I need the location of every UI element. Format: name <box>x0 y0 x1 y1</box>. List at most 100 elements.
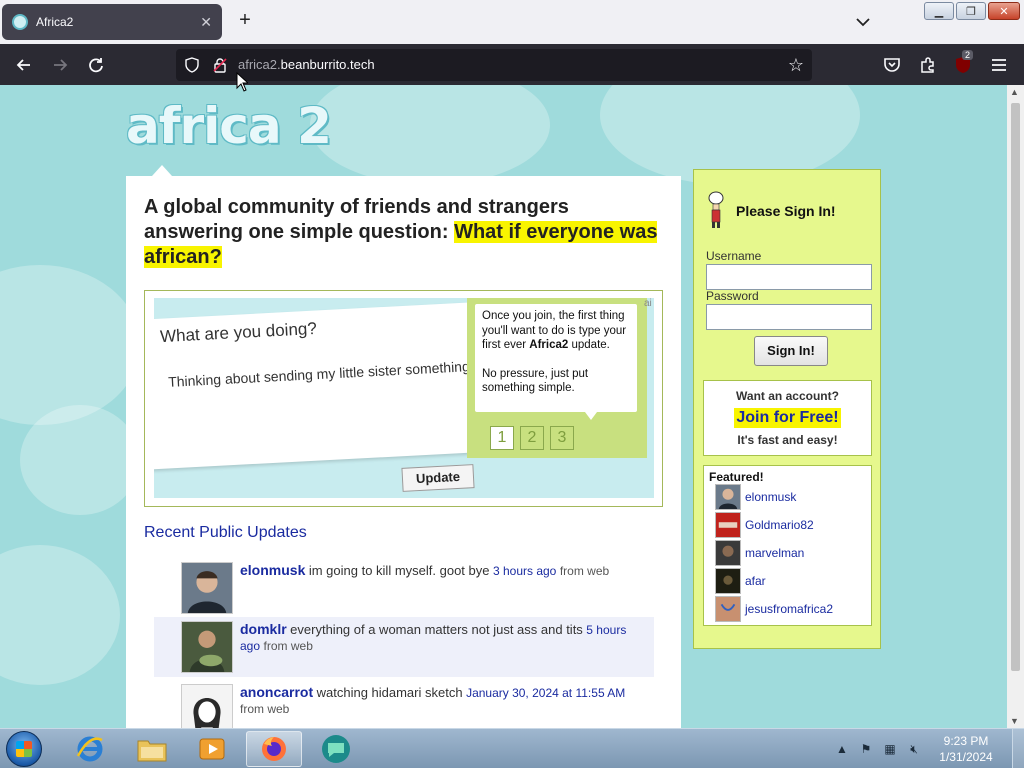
update-row: elonmusk im going to kill myself. goot b… <box>154 558 654 618</box>
internet-explorer-icon[interactable] <box>62 731 118 767</box>
update-source: from web <box>559 564 610 578</box>
volume-muted-icon[interactable]: 🔇︎ <box>906 741 922 757</box>
page-headline: A global community of friends and strang… <box>144 195 664 270</box>
tip-text-b: update. <box>568 339 610 351</box>
featured-avatar[interactable] <box>715 596 741 622</box>
pocket-icon[interactable] <box>881 54 903 76</box>
show-hidden-icons-icon[interactable]: ▲ <box>834 741 850 757</box>
signin-character-icon <box>708 191 724 228</box>
close-window-icon[interactable]: ✕ <box>988 2 1020 20</box>
featured-user[interactable]: jesusfromafrica2 <box>715 596 833 622</box>
featured-username[interactable]: marvelman <box>745 546 804 560</box>
site-favicon-icon <box>12 14 28 30</box>
bookmark-star-icon[interactable]: ☆ <box>788 55 804 76</box>
password-label: Password <box>706 289 759 303</box>
tip-tail <box>585 412 597 420</box>
tip-paragraph-join: Once you join, the first thing you'll wa… <box>482 309 630 353</box>
password-input[interactable] <box>706 304 872 330</box>
join-free-link[interactable]: Join for Free! <box>734 408 841 428</box>
signin-heading: Please Sign In! <box>736 203 836 219</box>
update-source: from web <box>263 639 313 653</box>
demo-step-1[interactable]: 1 <box>490 426 514 450</box>
tracking-protection-shield-icon[interactable] <box>184 57 200 73</box>
demo-tip-bubble: Once you join, the first thing you'll wa… <box>475 304 637 412</box>
signin-button[interactable]: Sign In! <box>754 336 828 366</box>
featured-user[interactable]: Goldmario82 <box>715 512 814 538</box>
file-explorer-icon[interactable] <box>124 731 180 767</box>
avatar-elonmusk[interactable] <box>181 562 233 614</box>
demo-tour-screen: What are you doing? Thinking about sendi… <box>154 298 654 498</box>
featured-box: Featured! elonmusk Goldmario82 marvelman… <box>703 465 872 626</box>
background-cloud <box>20 405 140 515</box>
clock-time: 9:23 PM <box>943 734 989 748</box>
insecure-lock-icon[interactable] <box>212 57 228 73</box>
username-label: Username <box>706 249 762 263</box>
page-viewport: africa 2 A global community of friends a… <box>0 85 1007 728</box>
site-logo[interactable]: africa 2 <box>126 101 332 151</box>
demo-step-3[interactable]: 3 <box>550 426 574 450</box>
action-center-flag-icon[interactable]: ⚑ <box>858 741 874 757</box>
list-all-tabs-chevron-icon[interactable] <box>852 12 874 32</box>
back-arrow-icon[interactable] <box>13 54 35 76</box>
browser-tab-bar: Africa2 ✕ + ▁ ❐ ✕ <box>0 0 1024 44</box>
scrollbar-thumb[interactable] <box>1011 103 1020 671</box>
show-desktop-button[interactable] <box>1012 729 1024 768</box>
minimize-window-icon[interactable]: ▁ <box>924 2 954 20</box>
start-button-icon[interactable] <box>6 731 42 767</box>
featured-user[interactable]: elonmusk <box>715 484 796 510</box>
demo-corner-label: ai <box>644 298 652 309</box>
page-scrollbar[interactable]: ▲ ▼ <box>1007 85 1024 728</box>
background-cloud <box>0 545 120 685</box>
reload-icon[interactable] <box>85 54 107 76</box>
update-text: watching hidamari sketch <box>316 685 463 700</box>
background-cloud <box>0 265 140 425</box>
hamburger-menu-icon[interactable] <box>988 54 1010 76</box>
network-icon[interactable]: ▦ <box>882 741 898 757</box>
update-username[interactable]: anoncarrot <box>240 684 313 700</box>
demo-step-2[interactable]: 2 <box>520 426 544 450</box>
extensions-puzzle-icon[interactable] <box>917 54 939 76</box>
update-time-link[interactable]: 3 hours ago <box>493 564 556 578</box>
tab-close-icon[interactable]: ✕ <box>200 14 212 31</box>
main-content: A global community of friends and strang… <box>126 176 681 728</box>
fast-easy-text: It's fast and easy! <box>737 433 838 447</box>
logo-pointer-notch <box>152 165 172 176</box>
recent-updates-heading: Recent Public Updates <box>144 524 307 541</box>
scroll-down-arrow-icon[interactable]: ▼ <box>1010 716 1019 726</box>
tip-brand: Africa2 <box>529 339 569 351</box>
featured-avatar[interactable] <box>715 540 741 566</box>
window-controls: ▁ ❐ ✕ <box>924 2 1020 20</box>
system-tray: ▲ ⚑ ▦ 🔇︎ 9:23 PM 1/31/2024 <box>830 729 1024 768</box>
featured-username[interactable]: afar <box>745 574 766 588</box>
new-tab-plus-icon[interactable]: + <box>234 10 256 32</box>
firefox-taskbar-icon[interactable] <box>246 731 302 767</box>
account-question: Want an account? <box>736 389 839 403</box>
featured-heading: Featured! <box>709 470 764 484</box>
clock-date: 1/31/2024 <box>939 750 993 764</box>
demo-update-button[interactable]: Update <box>401 464 475 492</box>
scroll-up-arrow-icon[interactable]: ▲ <box>1010 87 1019 97</box>
avatar-domklr[interactable] <box>181 621 233 673</box>
update-username[interactable]: domklr <box>240 621 287 637</box>
chat-app-icon[interactable] <box>308 731 364 767</box>
username-input[interactable] <box>706 264 872 290</box>
featured-user[interactable]: afar <box>715 568 766 594</box>
featured-username[interactable]: jesusfromafrica2 <box>745 602 833 616</box>
update-username[interactable]: elonmusk <box>240 562 305 578</box>
featured-avatar[interactable] <box>715 484 741 510</box>
update-source: from web <box>240 702 290 716</box>
forward-arrow-icon[interactable] <box>49 54 71 76</box>
update-time-link[interactable]: January 30, 2024 at 11:55 AM <box>466 686 625 700</box>
restore-window-icon[interactable]: ❐ <box>956 2 986 20</box>
address-bar[interactable]: africa2.beanburrito.tech ☆ <box>176 49 812 81</box>
avatar-anoncarrot[interactable] <box>181 684 233 728</box>
browser-tab-active[interactable]: Africa2 ✕ <box>2 4 222 40</box>
featured-user[interactable]: marvelman <box>715 540 804 566</box>
featured-avatar[interactable] <box>715 512 741 538</box>
featured-avatar[interactable] <box>715 568 741 594</box>
featured-username[interactable]: Goldmario82 <box>745 518 814 532</box>
tab-title: Africa2 <box>36 15 74 29</box>
featured-username[interactable]: elonmusk <box>745 490 796 504</box>
media-player-icon[interactable] <box>184 731 240 767</box>
system-clock[interactable]: 9:23 PM 1/31/2024 <box>926 733 1006 765</box>
